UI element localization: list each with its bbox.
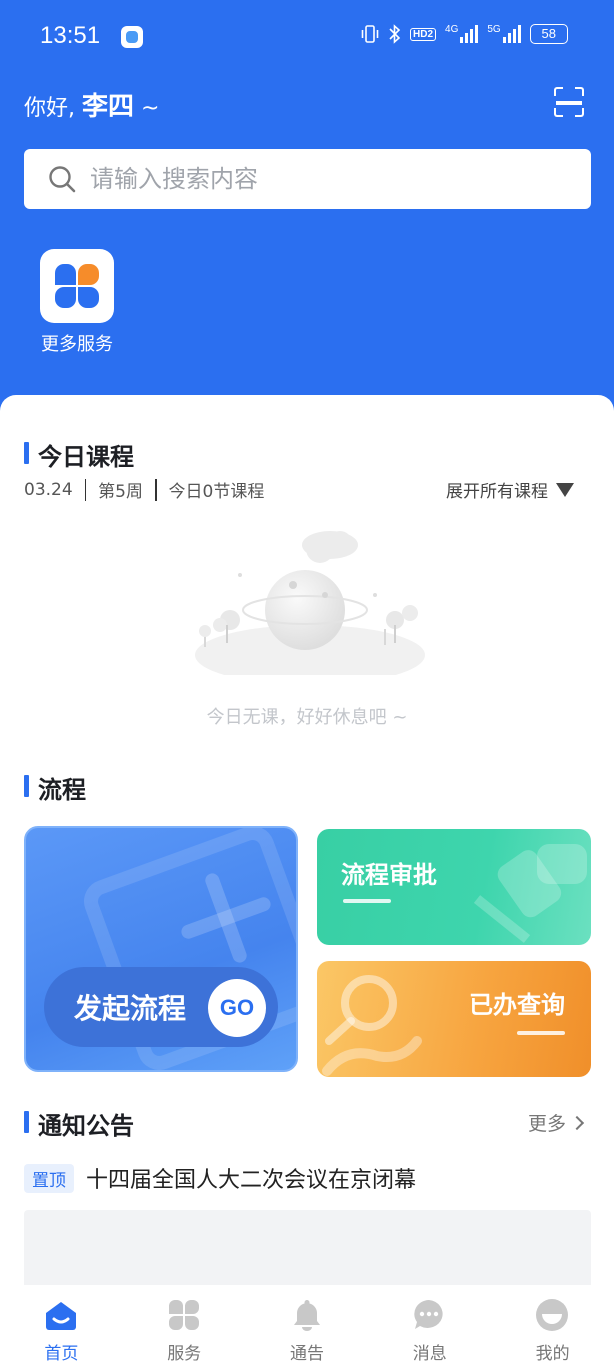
course-date: 03.24 <box>24 479 73 500</box>
vibrate-icon <box>361 25 379 43</box>
greeting-text: 你好, <box>24 96 75 121</box>
status-time: 13:51 <box>40 22 101 49</box>
pinned-badge: 置顶 <box>24 1163 74 1193</box>
search-input[interactable] <box>90 159 570 199</box>
today-courses-title: 今日课程 <box>24 437 134 472</box>
search-icon <box>49 166 76 193</box>
more-label: 更多 <box>528 1113 567 1135</box>
status-bar: 13:51 HD2 4G 5G 58 <box>0 0 614 72</box>
net-label-4g: 4G <box>445 24 459 35</box>
tab-label: 通告 <box>289 1344 324 1364</box>
decor-bar <box>517 1031 565 1035</box>
empty-moon-illustration <box>195 531 425 675</box>
tab-profile[interactable]: 我的 <box>491 1285 614 1372</box>
signal-bars-icon <box>460 25 479 43</box>
chevron-right-icon <box>569 1115 585 1130</box>
magnifier-watermark-icon <box>322 975 422 1076</box>
notice-title: 十四届全国人大二次会议在京闭幕 <box>86 1168 417 1193</box>
process-approval-tile[interactable]: 流程审批 <box>317 829 591 945</box>
expand-label: 展开所有课程 <box>446 482 548 502</box>
notices-more-link[interactable]: 更多 <box>528 1109 585 1136</box>
process-approval-label: 流程审批 <box>341 861 437 889</box>
bottom-tab-bar: 首页 服务 通告 消息 我的 <box>0 1285 614 1372</box>
scan-icon[interactable] <box>554 87 584 117</box>
tab-messages[interactable]: 消息 <box>368 1285 491 1372</box>
home-icon <box>46 1302 76 1330</box>
tab-label: 服务 <box>167 1344 202 1364</box>
triangle-down-icon <box>556 482 574 497</box>
battery-icon: 58 <box>529 24 568 44</box>
notice-item[interactable]: 置顶 十四届全国人大二次会议在京闭幕 <box>24 1162 416 1194</box>
signal-bars-icon <box>502 25 521 43</box>
tab-home[interactable]: 首页 <box>0 1285 123 1372</box>
course-week: 第5周 <box>98 482 143 502</box>
tab-announcements[interactable]: 通告 <box>246 1285 369 1372</box>
done-query-tile[interactable]: 已办查询 <box>317 961 591 1077</box>
greeting: 你好, 李四 ~ <box>24 86 159 123</box>
course-meta: 03.24 第5周 今日0节课程 <box>24 477 264 502</box>
divider <box>155 478 157 501</box>
user-name: 李四 <box>82 92 135 122</box>
signal-4g: 4G <box>445 24 479 43</box>
plus-watermark-icon <box>181 873 271 963</box>
bell-icon <box>293 1300 320 1331</box>
search-bar[interactable] <box>24 149 591 209</box>
course-count: 今日0节课程 <box>168 482 265 502</box>
process-title: 流程 <box>24 770 86 805</box>
divider <box>84 478 87 501</box>
app-notification-icon <box>121 26 143 48</box>
signal-5g: 5G <box>487 24 521 43</box>
message-icon <box>414 1300 444 1329</box>
greeting-suffix: ~ <box>141 96 160 121</box>
bluetooth-icon <box>389 24 401 44</box>
tab-label: 首页 <box>44 1344 79 1364</box>
tab-label: 消息 <box>412 1344 447 1364</box>
expand-courses-button[interactable]: 展开所有课程 <box>446 477 574 502</box>
more-services-button[interactable] <box>40 249 114 323</box>
profile-icon <box>536 1299 569 1331</box>
decor-bar <box>343 899 391 903</box>
more-services-label: 更多服务 <box>41 334 113 355</box>
empty-courses-text: 今日无课，好好休息吧 ~ <box>206 707 408 728</box>
services-grid-icon <box>168 1300 199 1330</box>
done-query-label: 已办查询 <box>469 991 565 1019</box>
stamp-watermark-icon <box>473 844 587 943</box>
net-label-5g: 5G <box>487 24 501 35</box>
notices-title: 通知公告 <box>24 1106 134 1141</box>
notice-image-placeholder <box>24 1210 591 1290</box>
clover-grid-icon <box>55 264 99 308</box>
hd-badge: HD2 <box>410 27 437 41</box>
tab-label: 我的 <box>535 1344 570 1364</box>
start-process-label: 发起流程 <box>74 992 187 1025</box>
tab-services[interactable]: 服务 <box>123 1285 246 1372</box>
go-button[interactable]: GO <box>208 979 266 1037</box>
status-icons: HD2 4G 5G 58 <box>360 24 568 44</box>
